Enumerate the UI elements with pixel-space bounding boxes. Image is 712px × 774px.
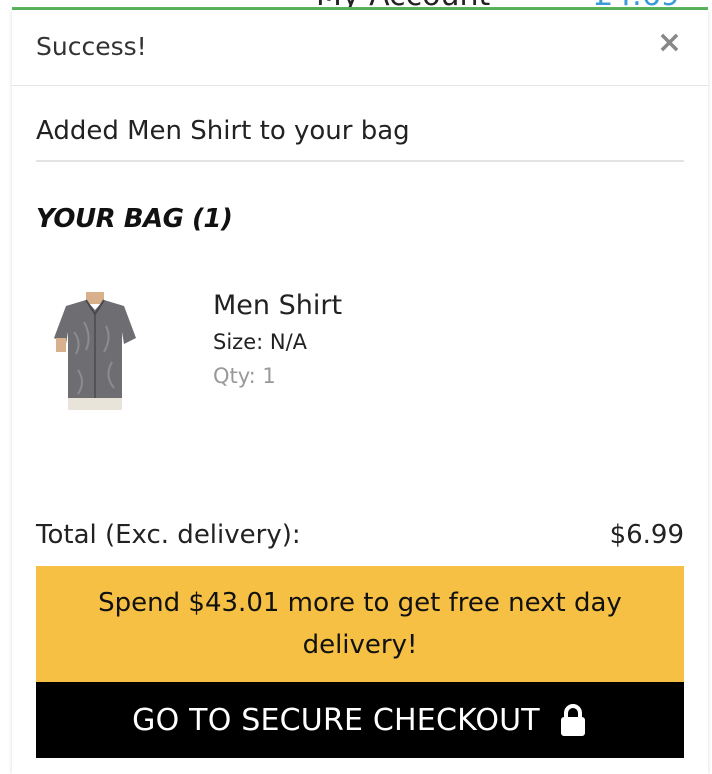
total-label: Total (Exc. delivery): <box>36 520 301 550</box>
free-delivery-promo: Spend $43.01 more to get free next day d… <box>36 566 684 682</box>
product-qty: Qty: 1 <box>213 364 276 388</box>
product-image[interactable] <box>52 292 138 410</box>
modal-header: Success! × <box>12 10 708 86</box>
divider <box>36 160 684 162</box>
total-value: $6.99 <box>609 520 684 550</box>
lock-icon <box>560 704 585 736</box>
promo-text: Spend $43.01 more to get free next day d… <box>98 588 622 660</box>
product-size: Size: N/A <box>213 330 308 354</box>
checkout-label: GO TO SECURE CHECKOUT <box>132 702 540 738</box>
close-button[interactable]: × <box>657 28 682 58</box>
add-to-bag-modal: Success! × Added Men Shirt to your bag Y… <box>12 10 708 774</box>
added-message: Added Men Shirt to your bag <box>36 116 410 146</box>
bag-heading: YOUR BAG (1) <box>36 204 233 234</box>
product-name[interactable]: Men Shirt <box>213 290 342 321</box>
checkout-button[interactable]: GO TO SECURE CHECKOUT <box>36 682 684 758</box>
modal-title: Success! <box>36 32 147 61</box>
